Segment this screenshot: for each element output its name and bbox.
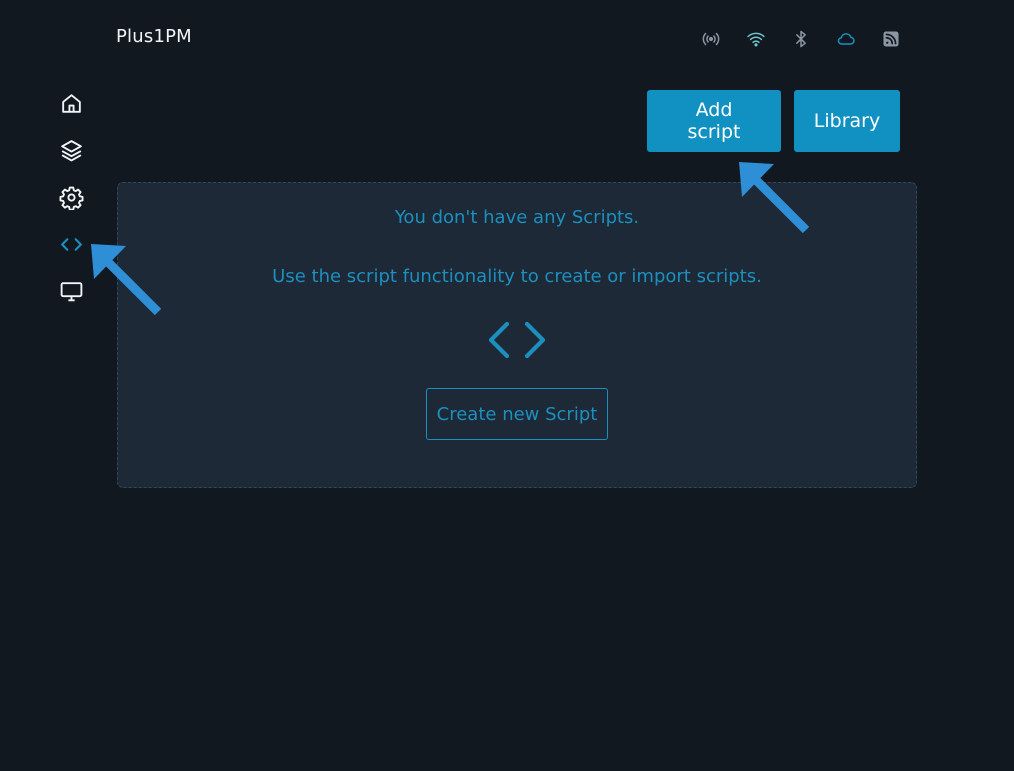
broadcast-icon: [688, 27, 733, 51]
wifi-icon: [733, 27, 778, 51]
cloud-icon: [823, 27, 868, 51]
sidebar-nav: [48, 80, 94, 315]
sidebar-item-display[interactable]: [48, 268, 94, 315]
empty-scripts-panel: You don't have any Scripts. Use the scri…: [117, 182, 917, 488]
sidebar-item-home[interactable]: [48, 80, 94, 127]
sidebar-item-scripts[interactable]: [48, 221, 94, 268]
device-name: Plus1PM: [116, 26, 192, 47]
layers-icon: [60, 140, 82, 162]
monitor-icon: [60, 282, 82, 302]
home-icon: [61, 94, 81, 113]
empty-state-title: You don't have any Scripts.: [394, 207, 640, 228]
gear-icon: [59, 186, 83, 210]
scripts-toolbar: Add script Library: [647, 90, 900, 152]
code-icon: [488, 321, 546, 359]
bluetooth-icon: [778, 27, 823, 51]
add-script-button[interactable]: Add script: [647, 90, 781, 152]
empty-state-subtitle: Use the script functionality to create o…: [272, 266, 762, 287]
code-icon: [60, 238, 82, 251]
library-button[interactable]: Library: [794, 90, 900, 152]
status-bar: [688, 27, 913, 51]
rss-icon: [868, 27, 913, 51]
create-new-script-button[interactable]: Create new Script: [425, 388, 609, 440]
sidebar-item-settings[interactable]: [48, 174, 94, 221]
app-root: Plus1PM Add script Library You don't hav…: [0, 0, 1014, 771]
sidebar-item-components[interactable]: [48, 127, 94, 174]
